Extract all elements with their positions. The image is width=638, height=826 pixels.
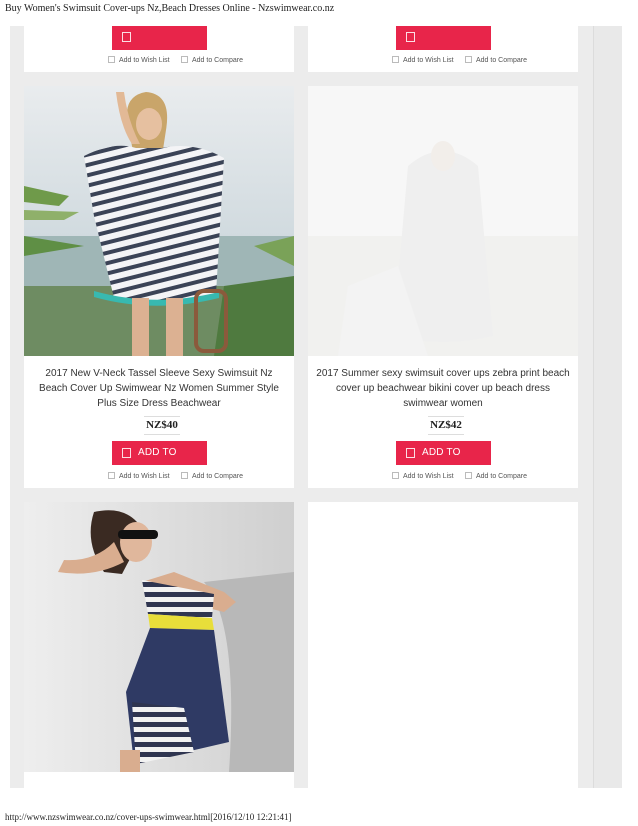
product-price: NZ$42 [428,416,464,435]
add-to-compare-link[interactable]: Add to Compare [181,56,243,64]
checkbox-icon [108,56,115,63]
cart-icon [406,32,415,42]
product-card [24,502,294,788]
product-card: Add to Wish List Add to Compare [24,26,294,72]
cart-icon [406,448,415,458]
checkbox-icon [181,472,188,479]
product-photo [308,86,578,356]
checkbox-icon [392,472,399,479]
add-to-cart-button[interactable] [396,26,491,50]
checkbox-icon [181,56,188,63]
product-card: 2017 New V-Neck Tassel Sleeve Sexy Swims… [24,86,294,488]
add-to-cart-button[interactable]: ADD TO CART [112,441,207,482]
product-links: Add to Wish List Add to Compare [24,472,294,484]
product-name[interactable]: 2017 Summer sexy swimsuit cover ups zebr… [314,366,572,411]
add-to-wishlist-link[interactable]: Add to Wish List [108,472,170,480]
product-grid: Add to Wish List Add to Compare Add to W… [10,26,593,788]
page-url: http://www.nzswimwear.co.nz/cover-ups-sw… [5,812,292,822]
product-price: NZ$40 [144,416,180,435]
add-to-wishlist-link[interactable]: Add to Wish List [392,472,454,480]
product-card: Add to Wish List Add to Compare [308,26,578,72]
product-links: Add to Wish List Add to Compare [308,56,578,68]
product-links: Add to Wish List Add to Compare [308,472,578,484]
add-to-compare-link[interactable]: Add to Compare [465,56,527,64]
product-image[interactable] [308,86,578,356]
cart-icon [122,448,131,458]
cart-icon [122,32,131,42]
product-links: Add to Wish List Add to Compare [24,56,294,68]
add-to-compare-link[interactable]: Add to Compare [181,472,243,480]
product-card: 2017 Summer sexy swimsuit cover ups zebr… [308,86,578,488]
add-to-wishlist-link[interactable]: Add to Wish List [392,56,454,64]
add-to-cart-button[interactable] [112,26,207,50]
product-image[interactable] [24,502,294,772]
scrollbar[interactable] [593,26,622,788]
product-image[interactable] [24,86,294,356]
checkbox-icon [465,472,472,479]
checkbox-icon [392,56,399,63]
add-to-compare-link[interactable]: Add to Compare [465,472,527,480]
product-name[interactable]: 2017 New V-Neck Tassel Sleeve Sexy Swims… [30,366,288,411]
product-card [308,502,578,788]
checkbox-icon [465,56,472,63]
product-photo [24,502,294,772]
product-photo [24,86,294,356]
add-to-wishlist-link[interactable]: Add to Wish List [108,56,170,64]
checkbox-icon [108,472,115,479]
page-title: Buy Women's Swimsuit Cover-ups Nz,Beach … [5,3,335,14]
add-to-cart-button[interactable]: ADD TO CART [396,441,491,482]
